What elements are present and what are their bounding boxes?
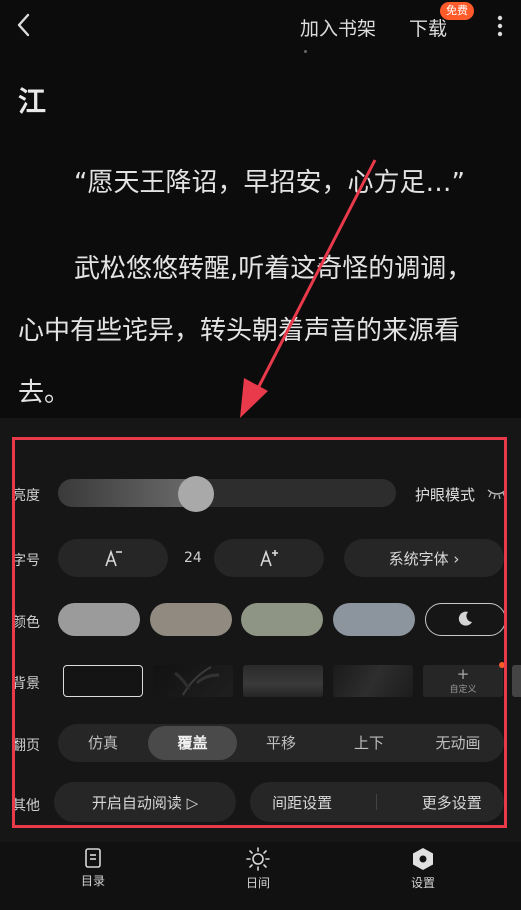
paragraph-2-line-3: 去。	[18, 378, 71, 408]
flip-option-vertical[interactable]: 上下	[325, 724, 413, 762]
background-tile-next[interactable]	[512, 665, 521, 697]
plus-icon: +	[456, 665, 470, 683]
page-flip-label: 翻页	[12, 738, 40, 754]
paragraph-2-line-2: 心中有些诧异，转头朝着声音的来源看	[18, 316, 461, 346]
flip-option-slide[interactable]: 平移	[237, 724, 325, 762]
background-custom-button[interactable]: + 自定义	[423, 665, 503, 697]
increase-font-button[interactable]	[214, 539, 324, 577]
nav-item-day-mode[interactable]: 日间	[218, 846, 298, 891]
flip-option-none[interactable]: 无动画	[413, 724, 503, 762]
toc-icon	[85, 848, 101, 868]
other-label: 其他	[12, 798, 40, 814]
back-arrow-icon[interactable]	[8, 8, 42, 42]
nav-label-settings: 设置	[410, 876, 435, 890]
brightness-slider-knob[interactable]	[178, 476, 214, 512]
divider	[376, 794, 378, 810]
chapter-title: 江	[18, 85, 47, 118]
flip-option-simulation[interactable]: 仿真	[58, 724, 148, 762]
color-swatch-khaki[interactable]	[150, 603, 232, 636]
night-mode-swatch[interactable]	[425, 603, 506, 636]
nav-item-settings[interactable]: 设置	[383, 846, 463, 891]
system-font-button[interactable]: 系统字体 ›	[344, 539, 504, 577]
brightness-label: 亮度	[12, 488, 40, 504]
color-swatch-blue-gray[interactable]	[333, 603, 415, 636]
color-swatch-sage[interactable]	[241, 603, 323, 636]
free-badge: 免费	[440, 2, 474, 20]
font-size-label: 字号	[12, 553, 40, 569]
download-button[interactable]: 下载	[409, 14, 447, 41]
nav-label-day-mode: 日间	[245, 876, 270, 890]
divider-dot	[304, 50, 307, 53]
background-label: 背景	[12, 676, 40, 692]
background-tile-silk[interactable]	[333, 665, 413, 697]
nav-label-toc: 目录	[80, 874, 105, 888]
closed-eye-icon[interactable]	[486, 486, 508, 500]
font-decrease-icon	[105, 549, 122, 567]
moon-icon	[458, 611, 472, 626]
font-increase-icon	[260, 549, 278, 567]
spacing-more-settings-group: 间距设置 更多设置	[250, 782, 504, 822]
background-tile-mist[interactable]	[243, 665, 323, 697]
add-to-shelf-button[interactable]: 加入书架	[300, 14, 376, 41]
paragraph-1: “愿天王降诏，早招安，心方足…”	[74, 168, 465, 198]
spacing-settings-button[interactable]: 间距设置	[272, 792, 332, 813]
eye-protection-mode-label[interactable]: 护眼模式	[415, 484, 475, 505]
new-indicator-dot	[499, 662, 505, 668]
color-label: 颜色	[12, 615, 40, 631]
custom-label: 自定义	[449, 685, 477, 695]
paragraph-2-line-1: 武松悠悠转醒,听着这奇怪的调调，	[74, 254, 473, 284]
background-tile-bamboo[interactable]	[153, 665, 233, 697]
flip-option-cover[interactable]: 覆盖	[148, 724, 237, 762]
auto-read-button[interactable]: 开启自动阅读 ▷	[54, 782, 236, 822]
nav-item-toc[interactable]: 目录	[53, 846, 133, 889]
more-vertical-icon[interactable]	[490, 12, 510, 40]
font-size-value: 24	[184, 550, 202, 566]
more-settings-button[interactable]: 更多设置	[422, 792, 482, 813]
color-swatch-gray[interactable]	[58, 603, 140, 636]
settings-hexagon-icon	[413, 848, 433, 870]
brightness-slider[interactable]	[58, 479, 396, 507]
sun-icon	[246, 847, 270, 871]
decrease-font-button[interactable]	[58, 539, 168, 577]
background-tile-black[interactable]	[63, 665, 143, 697]
bamboo-leaf-icon	[174, 666, 220, 696]
brightness-slider-fill	[58, 479, 194, 507]
